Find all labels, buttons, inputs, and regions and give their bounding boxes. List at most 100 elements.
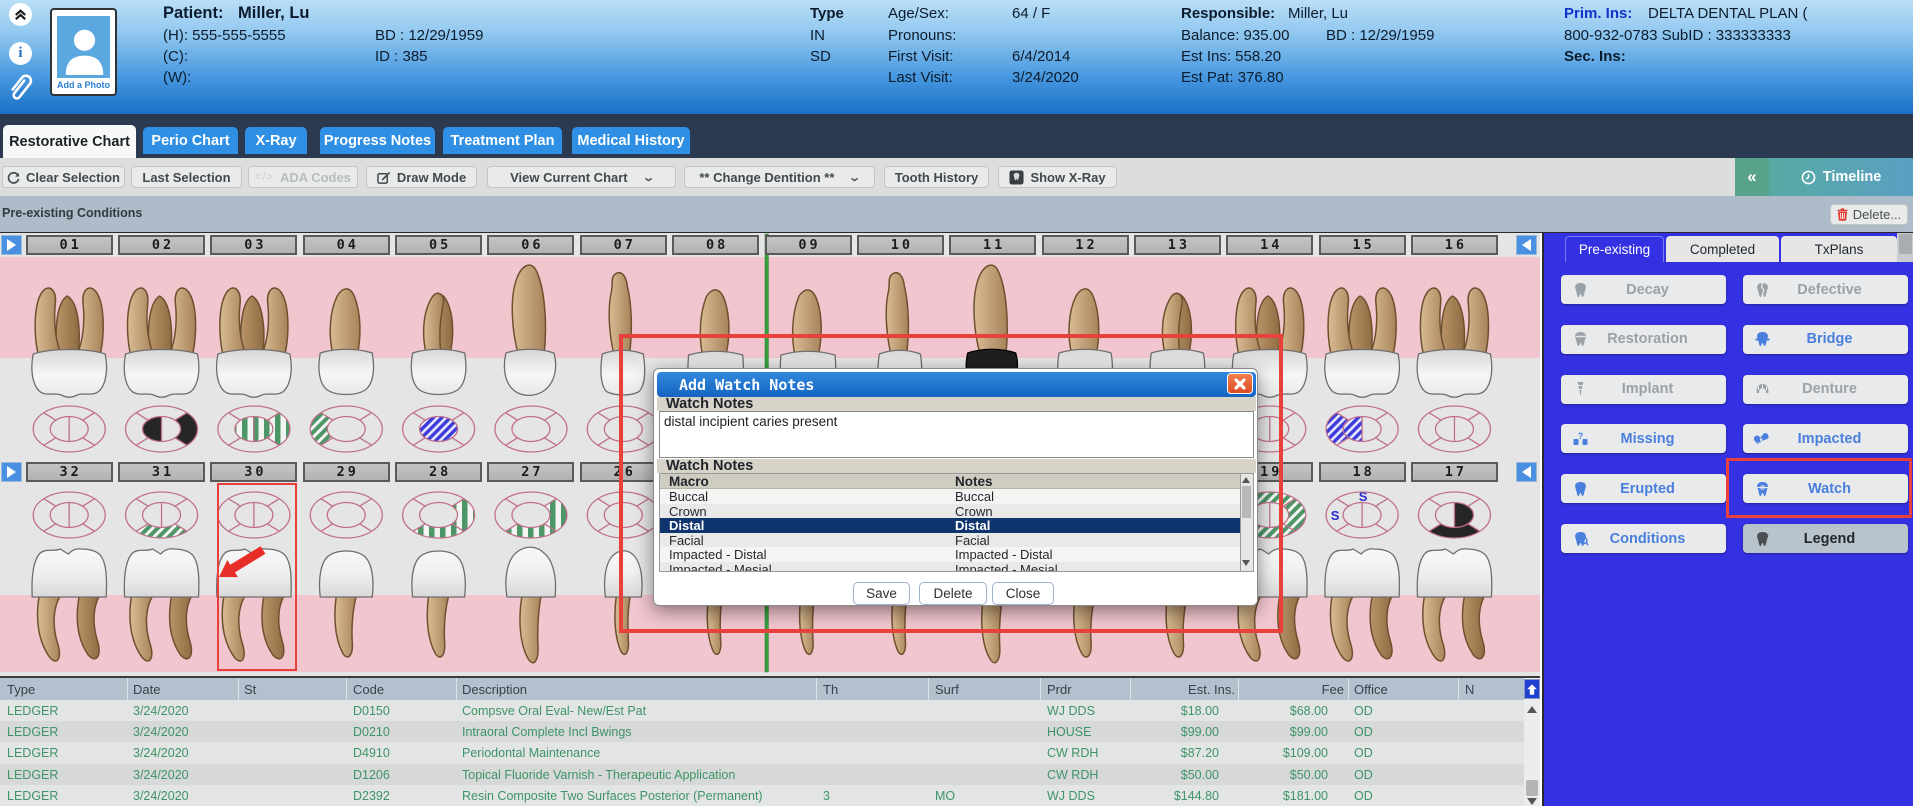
- tooth-32-button[interactable]: 32: [25, 462, 113, 482]
- sidebar-watch-button[interactable]: Watch: [1743, 474, 1908, 504]
- toolbar-tooth-history-button[interactable]: Tooth History: [884, 166, 989, 188]
- tab-progress-notes[interactable]: Progress Notes: [320, 127, 435, 154]
- sidebar-tab-completed[interactable]: Completed: [1666, 236, 1779, 262]
- timeline-button[interactable]: Timeline: [1769, 158, 1913, 196]
- watch-notes-textarea[interactable]: [659, 411, 1254, 458]
- modal-button-label: Close: [1005, 586, 1041, 601]
- toolbar-clear-selection-button[interactable]: Clear Selection: [2, 166, 125, 188]
- toolbar-draw-mode-button[interactable]: Draw Mode: [366, 166, 477, 188]
- toolbar-ada-codes-button[interactable]: </> ADA Codes: [248, 166, 358, 188]
- macro-row-impacted-mesial[interactable]: Impacted - Mesial Impacted - Mesial: [660, 561, 1240, 571]
- tooth-18-button[interactable]: 18: [1318, 462, 1406, 482]
- list-scroll-thumb[interactable]: [1242, 486, 1251, 518]
- tooth-06-button[interactable]: 06: [487, 235, 575, 255]
- info-icon[interactable]: i: [9, 42, 32, 65]
- add-photo-box[interactable]: Add a Photo: [50, 8, 117, 96]
- macro-cell: Crown: [669, 503, 707, 519]
- tooth-30-button[interactable]: 30: [210, 462, 298, 482]
- ledger-scrollbar[interactable]: [1524, 678, 1540, 806]
- save-button[interactable]: Save: [853, 582, 910, 605]
- toolbar-change-dentition-button[interactable]: ** Change Dentition ** ⌄: [684, 166, 875, 188]
- notes-cell: Impacted - Distal: [955, 547, 1053, 562]
- scrollbar-down-arrow[interactable]: [1527, 798, 1537, 805]
- lower-row-left-arrow-button[interactable]: [1, 462, 22, 482]
- dialog-close-button[interactable]: [1227, 373, 1253, 394]
- tooth-29-button[interactable]: 29: [302, 462, 390, 482]
- sidebar-erupted-button[interactable]: Erupted: [1561, 474, 1726, 504]
- sidebar-scrollbar-thumb[interactable]: [1899, 234, 1912, 254]
- ledger-row[interactable]: LEDGER 3/24/2020 D2392 Resin Composite Two …: [0, 784, 1524, 806]
- tooth-04-button[interactable]: 04: [302, 235, 390, 255]
- tooth-13-button[interactable]: 13: [1133, 235, 1221, 255]
- tooth-28-button[interactable]: 28: [395, 462, 483, 482]
- tooth-07-button[interactable]: 07: [579, 235, 667, 255]
- scroll-to-top-button[interactable]: [1524, 679, 1540, 699]
- tab-medical-history[interactable]: Medical History: [572, 127, 690, 154]
- macro-list-scrollbar[interactable]: [1241, 473, 1254, 572]
- toolbar-last-selection-button[interactable]: Last Selection: [131, 166, 242, 188]
- list-scroll-up-icon[interactable]: [1242, 477, 1250, 483]
- macro-row-buccal[interactable]: Buccal Buccal: [660, 489, 1240, 504]
- tooth-15-button[interactable]: 15: [1318, 235, 1406, 255]
- tooth-12-button[interactable]: 12: [1041, 235, 1129, 255]
- sidebar-conditions-button[interactable]: Conditions: [1561, 524, 1726, 553]
- ledger-row[interactable]: LEDGER 3/24/2020 D0150 Compsve Oral Eval- N…: [0, 700, 1524, 721]
- tooth-02-button[interactable]: 02: [118, 235, 206, 255]
- collapse-header-icon[interactable]: [9, 3, 32, 26]
- toolbar-show-x-ray-button[interactable]: Show X-Ray: [998, 166, 1117, 188]
- tab-perio-chart[interactable]: Perio Chart: [143, 127, 238, 154]
- tooth-31-button[interactable]: 31: [118, 462, 206, 482]
- ledger-row[interactable]: LEDGER 3/24/2020 D1206 Topical Fluoride Var…: [0, 763, 1524, 785]
- tooth-05-button[interactable]: 05: [395, 235, 483, 255]
- paperclip-icon[interactable]: [7, 70, 35, 104]
- tooth-11-button[interactable]: 11: [949, 235, 1037, 255]
- sidebar-bridge-button[interactable]: Bridge: [1743, 324, 1908, 354]
- dialog-titlebar[interactable]: Add Watch Notes: [657, 372, 1256, 397]
- delete-button[interactable]: Delete...: [1830, 204, 1908, 225]
- tab-restorative-chart[interactable]: Restorative Chart: [3, 125, 136, 158]
- upper-row-right-arrow-button[interactable]: [1516, 235, 1537, 255]
- sidebar-missing-button[interactable]: ? Missing: [1561, 424, 1726, 454]
- macro-row-crown[interactable]: Crown Crown: [660, 503, 1240, 519]
- sidebar-defective-button[interactable]: Defective: [1743, 275, 1908, 304]
- sidebar-legend-button[interactable]: Legend: [1743, 524, 1908, 553]
- scrollbar-thumb[interactable]: [1526, 780, 1538, 796]
- tooth-01-button[interactable]: 01: [25, 235, 113, 255]
- sidebar-impacted-button[interactable]: Impacted: [1743, 424, 1908, 454]
- toolbar-view-current-chart-button[interactable]: View Current Chart ⌄: [487, 166, 676, 188]
- tab-x-ray[interactable]: X-Ray: [245, 127, 307, 154]
- macro-row-facial[interactable]: Facial Facial: [660, 532, 1240, 548]
- sidebar-restoration-button[interactable]: Restoration: [1561, 324, 1726, 354]
- tooth-08-button[interactable]: 08: [672, 235, 760, 255]
- timeline-collapse-button[interactable]: «: [1735, 158, 1769, 196]
- ledger-row[interactable]: LEDGER 3/24/2020 D0210 Intraoral Complete I…: [0, 721, 1524, 743]
- tooth-27-button[interactable]: 27: [487, 462, 575, 482]
- tooth-14-button[interactable]: 14: [1226, 235, 1314, 255]
- sidebar-denture-button[interactable]: Denture: [1743, 374, 1908, 404]
- last-visit-value: 3/24/2020: [1012, 69, 1079, 86]
- tooth-10-button[interactable]: 10: [856, 235, 944, 255]
- tooth-03-button[interactable]: 03: [210, 235, 298, 255]
- ledger-row[interactable]: LEDGER 3/24/2020 D4910 Periodontal Maintena…: [0, 742, 1524, 764]
- tooth-09-button[interactable]: 09: [764, 235, 852, 255]
- tooth-16-button[interactable]: 16: [1410, 235, 1498, 255]
- ledger-column-separator: [1040, 678, 1041, 700]
- delete-button[interactable]: Delete: [919, 582, 987, 605]
- list-scroll-down-icon[interactable]: [1242, 560, 1250, 566]
- sidebar-scrollbar[interactable]: [1897, 233, 1913, 262]
- sidebar-tab-txplans[interactable]: TxPlans: [1781, 236, 1897, 262]
- upper-row-left-arrow-button[interactable]: [1, 235, 22, 255]
- sidebar-tab-pre-existing[interactable]: Pre-existing: [1565, 236, 1664, 262]
- sidebar-implant-button[interactable]: Implant: [1561, 374, 1726, 404]
- macro-row-impacted-distal[interactable]: Impacted - Distal Impacted - Distal: [660, 547, 1240, 562]
- sidebar-decay-button[interactable]: Decay: [1561, 275, 1726, 304]
- tooth-17-button[interactable]: 17: [1410, 462, 1498, 482]
- prim-ins-label: Prim. Ins:: [1564, 5, 1633, 22]
- est-pat: Est Pat: 376.80: [1181, 69, 1284, 86]
- scrollbar-up-arrow[interactable]: [1527, 706, 1537, 713]
- ledger-column-separator: [1458, 678, 1459, 700]
- macro-row-distal[interactable]: Distal Distal: [660, 518, 1240, 533]
- close-button[interactable]: Close: [992, 582, 1054, 605]
- tab-treatment-plan[interactable]: Treatment Plan: [443, 127, 562, 154]
- lower-row-right-arrow-button[interactable]: [1516, 462, 1537, 482]
